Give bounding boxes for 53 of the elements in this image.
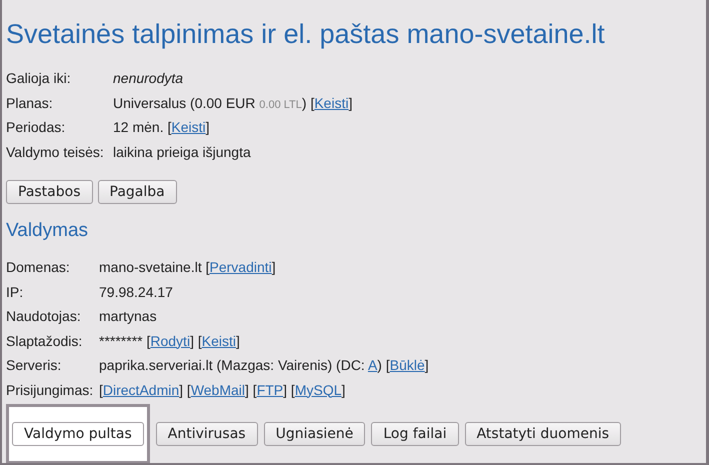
link[interactable]: Pervadinti (210, 259, 272, 275)
value-text: ] (348, 94, 352, 110)
value-text: 0.00 LTL (259, 98, 302, 110)
action-button[interactable]: Ugniasienė (264, 422, 366, 446)
action-button[interactable]: Log failai (371, 422, 459, 446)
link[interactable]: DirectAdmin (102, 382, 180, 398)
value-text: [ (99, 382, 103, 398)
value-text: ] (236, 332, 240, 348)
action-button[interactable]: Atstatyti duomenis (464, 422, 622, 446)
field-label: IP: (6, 282, 24, 302)
field-label: Valdymo teisės: (6, 142, 105, 162)
link[interactable]: A (368, 357, 378, 373)
value-text: 12 mėn. [ (113, 119, 172, 135)
value-text: 79.98.24.17 (99, 284, 173, 300)
value-text: ] (424, 357, 429, 373)
field-label: Slaptažodis: (6, 332, 84, 351)
field-label: Domenas: (6, 258, 71, 277)
link[interactable]: FTP (256, 382, 284, 398)
link[interactable]: Keisti (314, 94, 349, 110)
link[interactable]: Keisti (171, 119, 206, 135)
field-label: Planas: (6, 94, 54, 112)
field-label: Periodas: (6, 118, 66, 137)
field-label: Serveris: (6, 356, 62, 375)
link[interactable]: MySQL (294, 382, 342, 398)
value-text: ] (342, 382, 346, 398)
value-text: laikina prieiga išjungta (113, 144, 251, 160)
value-text: ] (272, 259, 276, 275)
value-text: Universalus (0.00 EUR (113, 94, 256, 110)
value-text: ] [ (245, 382, 257, 398)
link[interactable]: Būklė (390, 357, 425, 373)
value-text: ] [ (283, 382, 295, 398)
section-title: Valdymas (6, 219, 90, 243)
field-label: Naudotojas: (6, 307, 82, 326)
value-text: nenurodyta (113, 70, 184, 86)
value-text: ] [ (190, 332, 202, 348)
value-text: ] (206, 119, 210, 135)
value-text: martynas (99, 308, 157, 324)
action-button[interactable]: Pastabos (6, 180, 93, 204)
value-text: ] [ (179, 382, 191, 398)
action-button[interactable]: Antivirusas (156, 422, 258, 446)
action-button[interactable]: Pagalba (98, 180, 177, 204)
action-button[interactable]: Valdymo pultas (12, 422, 144, 446)
field-label: Prisijungimas: (6, 380, 94, 400)
value-text: ******** [ (99, 332, 150, 348)
value-text: mano-svetaine.lt [ (99, 259, 210, 275)
link[interactable]: Rodyti (150, 332, 190, 348)
value-text: ) [ (302, 94, 314, 110)
field-label: Galioja iki: (6, 69, 72, 88)
page-title: Svetainės talpinimas ir el. paštas mano-svetaine.lt (6, 18, 606, 51)
value-text: ) [ (377, 357, 390, 373)
link[interactable]: Keisti (202, 332, 236, 348)
value-text: paprika.serveriai.lt (Mazgas: Vairenis) (DC: (99, 357, 365, 373)
link[interactable]: WebMail (190, 382, 246, 398)
